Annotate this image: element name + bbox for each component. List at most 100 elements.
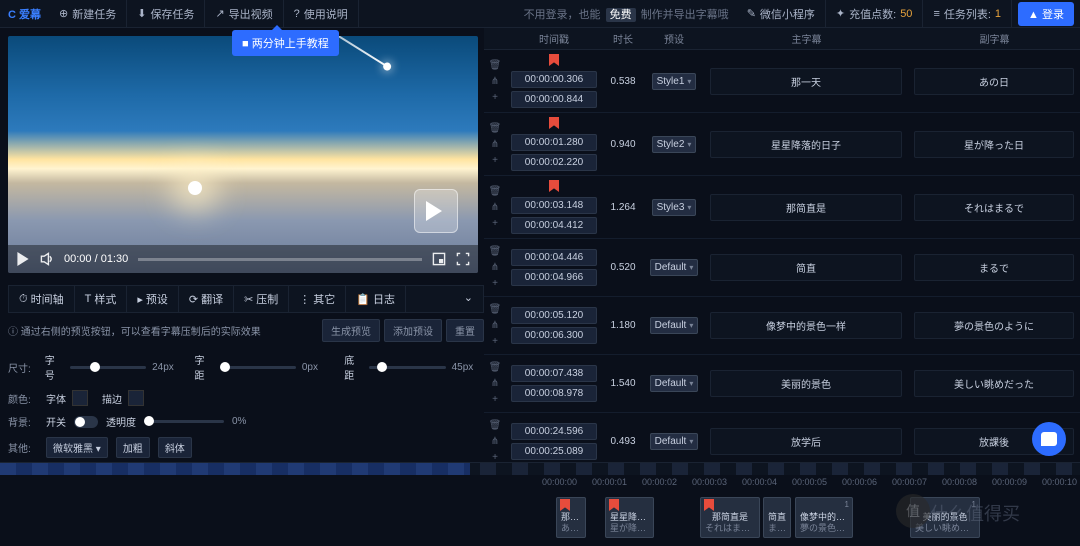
color-swatch-字体[interactable] — [72, 390, 88, 406]
sub-subtitle[interactable]: 星が降った日 — [914, 131, 1074, 158]
bookmark-icon[interactable] — [549, 180, 559, 192]
topbar-导出视频[interactable]: ↗导出视频 — [205, 0, 283, 28]
start-time[interactable]: 00:00:24.596 — [511, 423, 597, 440]
delete-icon[interactable]: 🗑 — [489, 246, 502, 257]
opacity-slider[interactable] — [144, 420, 224, 423]
delete-icon[interactable]: 🗑 — [489, 304, 502, 315]
delete-icon[interactable]: 🗑 — [489, 362, 502, 373]
fullscreen-icon[interactable] — [456, 252, 470, 266]
hierarchy-icon[interactable]: ⋔ — [491, 202, 499, 213]
timeline-clip[interactable]: 1像梦中的景色一样夢の景色のように — [795, 497, 853, 538]
start-time[interactable]: 00:00:05.120 — [511, 307, 597, 324]
topbar-使用说明[interactable]: ?使用说明 — [284, 0, 359, 28]
preset-select[interactable]: Default — [650, 259, 699, 276]
tab-压制[interactable]: ✂压制 — [234, 286, 289, 312]
video-player[interactable]: 00:00 / 01:30 — [8, 36, 478, 273]
end-time[interactable]: 00:00:08.978 — [511, 385, 597, 402]
main-subtitle[interactable]: 那简直是 — [710, 194, 902, 221]
bg-toggle[interactable] — [74, 416, 98, 428]
add-icon[interactable]: + — [492, 92, 498, 103]
topright-充值点数:[interactable]: ✦充值点数:50 — [826, 0, 924, 28]
start-time[interactable]: 00:00:00.306 — [511, 71, 597, 88]
end-time[interactable]: 00:00:02.220 — [511, 154, 597, 171]
topbar-保存任务[interactable]: ⬇保存任务 — [127, 0, 205, 28]
end-time[interactable]: 00:00:06.300 — [511, 327, 597, 344]
hierarchy-icon[interactable]: ⋔ — [491, 378, 499, 389]
main-subtitle[interactable]: 像梦中的景色一样 — [710, 312, 902, 339]
sub-subtitle[interactable]: まるで — [914, 254, 1074, 281]
tab-日志[interactable]: 📋日志 — [346, 286, 406, 312]
delete-icon[interactable]: 🗑 — [489, 420, 502, 431]
add-icon[interactable]: + — [492, 336, 498, 347]
timeline-clip[interactable]: 星星降落的日子星が降った日 — [605, 497, 654, 538]
end-time[interactable]: 00:00:25.089 — [511, 443, 597, 460]
play-button[interactable] — [414, 189, 458, 233]
end-time[interactable]: 00:00:04.966 — [511, 269, 597, 286]
bold-button[interactable]: 加粗 — [116, 437, 150, 458]
progress-bar[interactable] — [138, 258, 422, 261]
delete-icon[interactable]: 🗑 — [489, 60, 502, 71]
delete-icon[interactable]: 🗑 — [489, 123, 502, 134]
hint-btn-重置[interactable]: 重置 — [446, 319, 484, 342]
hierarchy-icon[interactable]: ⋔ — [491, 76, 499, 87]
tutorial-tip[interactable]: ■ 两分钟上手教程 — [232, 30, 339, 56]
timeline-clip[interactable]: 那一天あの日 — [556, 497, 586, 538]
add-icon[interactable]: + — [492, 218, 498, 229]
add-icon[interactable]: + — [492, 278, 498, 289]
preset-select[interactable]: Style2 — [652, 136, 697, 153]
sub-subtitle[interactable]: あの日 — [914, 68, 1074, 95]
main-subtitle[interactable]: 放学后 — [710, 428, 902, 455]
start-time[interactable]: 00:00:03.148 — [511, 197, 597, 214]
start-time[interactable]: 00:00:07.438 — [511, 365, 597, 382]
slider-字距[interactable] — [220, 366, 296, 369]
delete-icon[interactable]: 🗑 — [489, 186, 502, 197]
table-body[interactable]: 🗑 ⋔ + 00:00:00.306 00:00:00.844 0.538 St… — [484, 50, 1080, 462]
start-time[interactable]: 00:00:04.446 — [511, 249, 597, 266]
end-time[interactable]: 00:00:04.412 — [511, 217, 597, 234]
hint-btn-添加预设[interactable]: 添加预设 — [384, 319, 442, 342]
preset-select[interactable]: Style3 — [652, 199, 697, 216]
color-swatch-描边[interactable] — [128, 390, 144, 406]
expand-button[interactable]: ⌄ — [454, 286, 483, 312]
timeline-ruler[interactable]: 00:00:0000:00:0100:00:0200:00:0300:00:04… — [0, 475, 1080, 493]
volume-icon[interactable] — [40, 252, 54, 266]
sub-subtitle[interactable]: 美しい眺めだった — [914, 370, 1074, 397]
main-subtitle[interactable]: 美丽的景色 — [710, 370, 902, 397]
add-icon[interactable]: + — [492, 394, 498, 405]
bookmark-icon[interactable] — [549, 54, 559, 66]
timeline-clip[interactable]: 那简直是それはまるで — [700, 497, 760, 538]
sub-subtitle[interactable]: 夢の景色のように — [914, 312, 1074, 339]
add-icon[interactable]: + — [492, 155, 498, 166]
chat-fab[interactable] — [1032, 422, 1066, 456]
main-subtitle[interactable]: 那一天 — [710, 68, 902, 95]
preset-select[interactable]: Default — [650, 433, 699, 450]
start-time[interactable]: 00:00:01.280 — [511, 134, 597, 151]
tab-预设[interactable]: ▸预设 — [127, 286, 179, 312]
add-icon[interactable]: + — [492, 452, 498, 462]
preset-select[interactable]: Default — [650, 375, 699, 392]
hierarchy-icon[interactable]: ⋔ — [491, 262, 499, 273]
tab-翻译[interactable]: ⟳翻译 — [179, 286, 234, 312]
hint-btn-生成预览[interactable]: 生成预览 — [322, 319, 380, 342]
sub-subtitle[interactable]: それはまるで — [914, 194, 1074, 221]
slider-字号[interactable] — [70, 366, 146, 369]
main-subtitle[interactable]: 简直 — [710, 254, 902, 281]
login-button[interactable]: ▲ 登录 — [1018, 2, 1074, 26]
tab-样式[interactable]: T样式 — [75, 286, 128, 312]
pip-icon[interactable] — [432, 252, 446, 266]
hierarchy-icon[interactable]: ⋔ — [491, 320, 499, 331]
end-time[interactable]: 00:00:00.844 — [511, 91, 597, 108]
timeline-track[interactable] — [0, 463, 1080, 475]
tab-其它[interactable]: ⋮其它 — [289, 286, 346, 312]
tab-时间轴[interactable]: ⏱时间轴 — [9, 286, 75, 312]
preset-select[interactable]: Style1 — [652, 73, 697, 90]
topright-任务列表:[interactable]: ≡任务列表:1 — [923, 0, 1012, 28]
preset-select[interactable]: Default — [650, 317, 699, 334]
hierarchy-icon[interactable]: ⋔ — [491, 139, 499, 150]
topbar-新建任务[interactable]: ⊕新建任务 — [49, 0, 127, 28]
logo[interactable]: C 爱幕 — [0, 6, 49, 22]
font-select[interactable]: 微软雅黑 ▾ — [46, 437, 108, 458]
slider-底距[interactable] — [369, 366, 445, 369]
play-icon[interactable] — [16, 252, 30, 266]
timeline-clip[interactable]: 简直まるで — [763, 497, 791, 538]
